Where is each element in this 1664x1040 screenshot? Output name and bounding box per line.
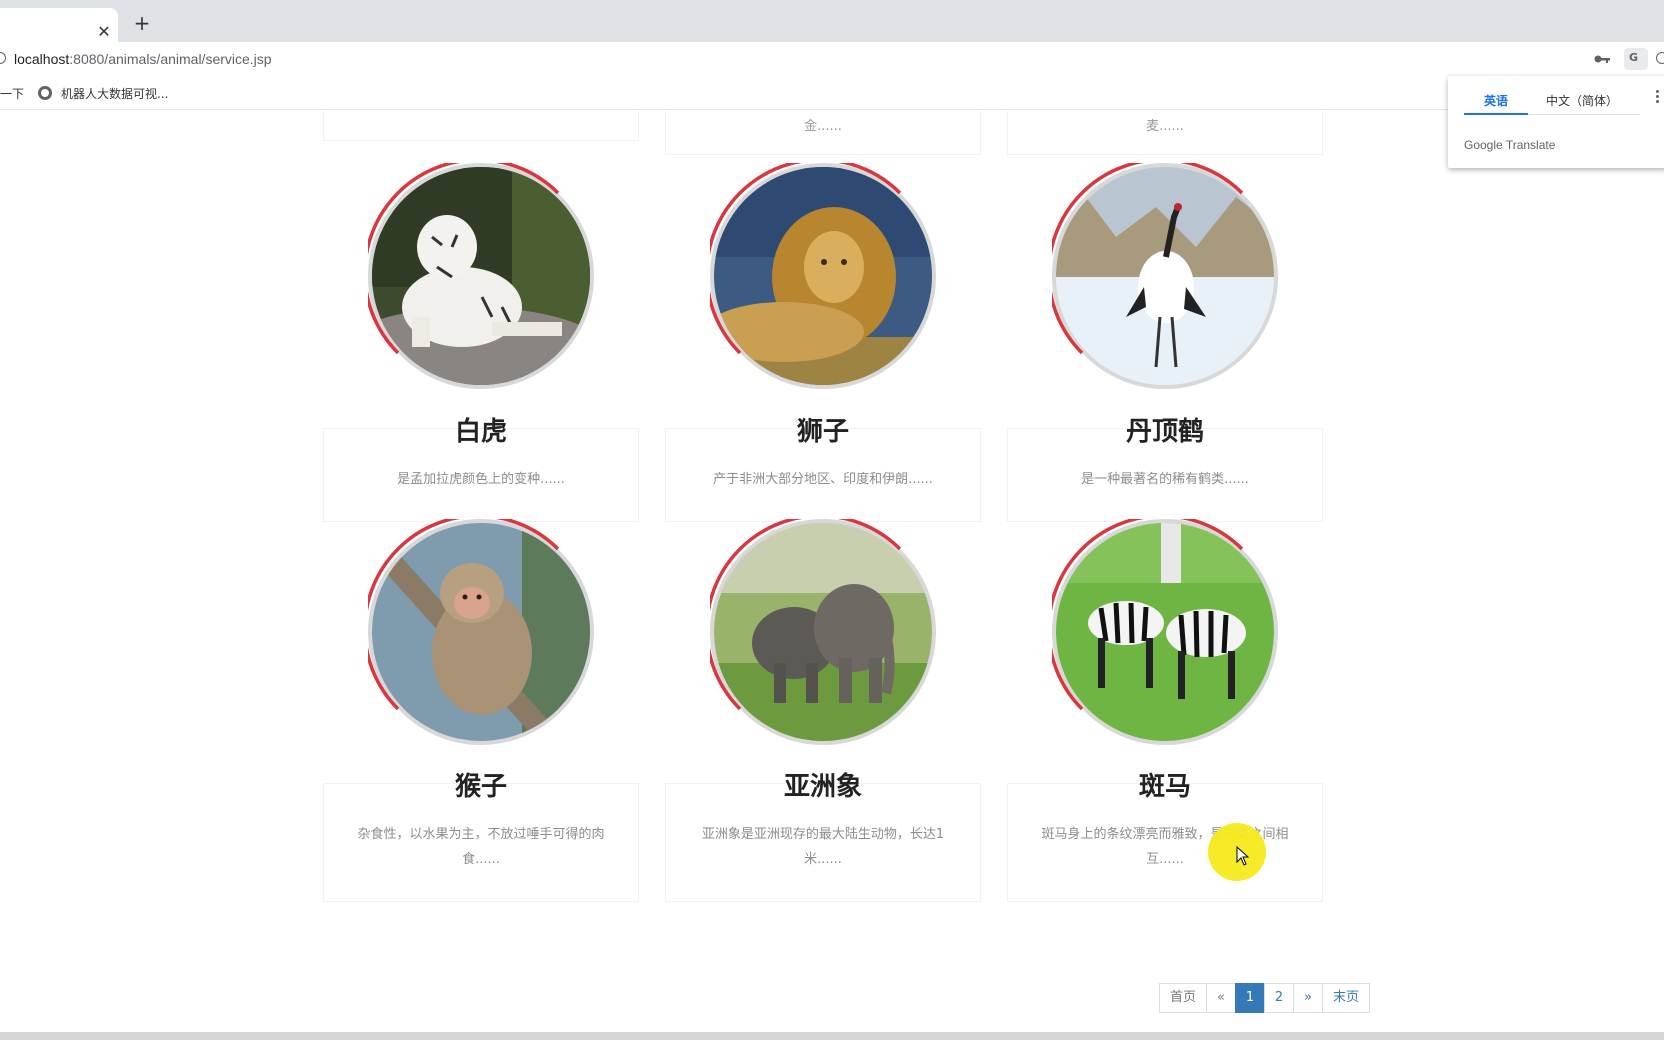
avatar-ring — [1052, 519, 1244, 711]
pagination-first[interactable]: 首页 — [1159, 983, 1207, 1013]
translate-tab-chinese[interactable]: 中文（简体） — [1546, 92, 1618, 109]
url-field[interactable]: localhost:8080/animals/animal/service.js… — [14, 51, 272, 67]
close-tab-icon[interactable]: ✕ — [96, 24, 112, 40]
mouse-cursor-icon — [1236, 846, 1250, 866]
avatar-ring — [368, 519, 560, 711]
globe-icon — [38, 86, 52, 100]
pagination-next[interactable]: » — [1293, 983, 1323, 1013]
pagination-page-2[interactable]: 2 — [1264, 983, 1294, 1013]
browser-tab[interactable]: ✕ — [0, 8, 118, 42]
animal-name[interactable]: 狮子 — [665, 411, 981, 448]
bookmark-item[interactable]: 机器人大数据可视... — [61, 85, 168, 102]
avatar-ring — [1052, 163, 1244, 355]
bookmark-item[interactable]: 一下 — [0, 85, 24, 102]
site-info-icon[interactable] — [0, 52, 6, 64]
animal-description: 杂食性，以水果为主，不放过唾手可得的肉食...... — [357, 827, 605, 867]
animal-name[interactable]: 丹顶鹤 — [1007, 411, 1323, 448]
pagination-prev[interactable]: « — [1206, 983, 1236, 1013]
address-bar: localhost:8080/animals/animal/service.js… — [0, 42, 1664, 76]
card-description: 金...... — [804, 119, 842, 134]
avatar-ring — [710, 163, 902, 355]
animal-name[interactable]: 猴子 — [323, 766, 639, 803]
animal-name[interactable]: 斑马 — [1007, 766, 1323, 803]
more-options-icon[interactable] — [1656, 90, 1660, 104]
translate-tab-indicator — [1464, 113, 1528, 115]
pagination-page-1[interactable]: 1 — [1235, 983, 1265, 1013]
translate-icon[interactable]: G — [1624, 48, 1648, 70]
bookmark-bar: 一下 机器人大数据可视... — [0, 76, 1664, 110]
animal-name[interactable]: 亚洲象 — [665, 766, 981, 803]
avatar-ring — [710, 519, 902, 711]
partial-card — [323, 111, 639, 141]
animal-description: 亚洲象是亚洲现存的最大陆生动物，长达1米...... — [701, 827, 945, 867]
avatar-ring — [368, 163, 560, 355]
new-tab-icon[interactable]: + — [132, 13, 152, 33]
browser-tab-bar: ✕ + — [0, 0, 1664, 42]
page-content: 金...... 麦...... 白虎 是孟加拉虎颜色上的变种...... 狮子 … — [0, 111, 1664, 1040]
card-description: 麦...... — [1146, 119, 1184, 134]
animal-description: 是一种最著名的稀有鹤类...... — [1081, 472, 1249, 487]
animal-description: 产于非洲大部分地区、印度和伊朗...... — [713, 472, 933, 487]
url-host: localhost — [14, 51, 70, 67]
animal-name[interactable]: 白虎 — [323, 411, 639, 448]
animal-description: 是孟加拉虎颜色上的变种...... — [397, 472, 565, 487]
pagination-last[interactable]: 末页 — [1322, 983, 1370, 1013]
profile-icon[interactable] — [1656, 52, 1664, 64]
pagination: 首页 « 1 2 » 末页 — [1159, 983, 1370, 1013]
key-icon[interactable] — [1594, 53, 1610, 65]
url-path: :8080/animals/animal/service.jsp — [69, 51, 272, 67]
bottom-scrollbar[interactable] — [0, 1032, 1664, 1040]
translate-tab-english[interactable]: 英语 — [1484, 92, 1508, 109]
google-translate-brand: Google Translate — [1464, 138, 1556, 152]
translate-popup: 英语 中文（简体） Google Translate — [1448, 76, 1664, 168]
